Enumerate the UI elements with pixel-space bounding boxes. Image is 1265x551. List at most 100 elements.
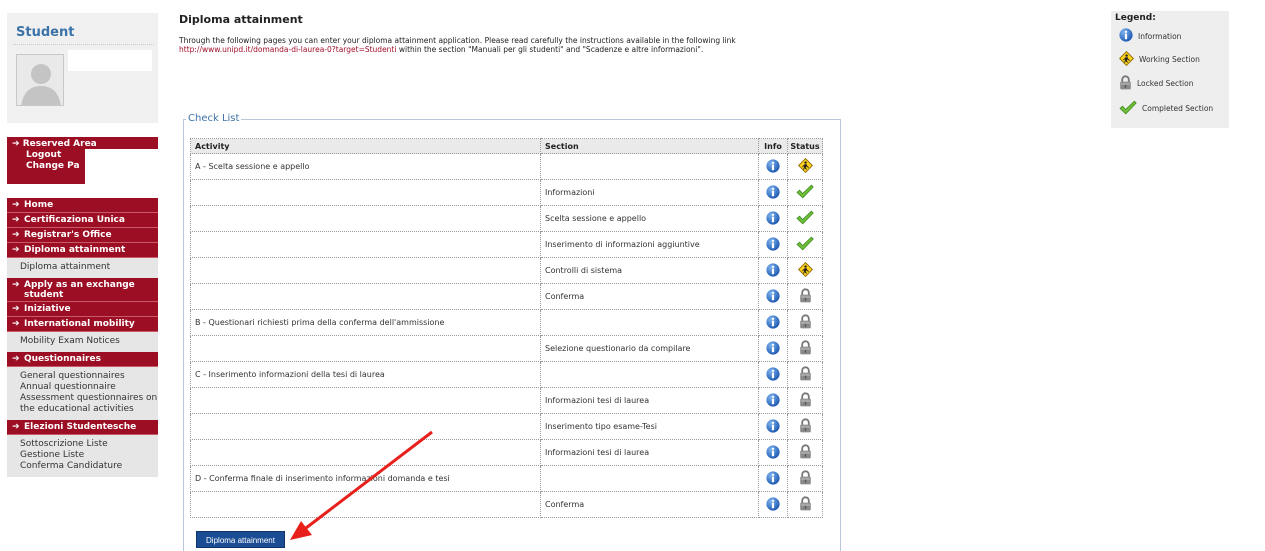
table-row: B - Questionari richiesti prima della co… [190,309,823,336]
info-icon[interactable] [766,470,780,487]
menu-iniziative[interactable]: ➔ Iniziative [7,302,158,317]
intro-text: Through the following pages you can ente… [179,36,736,45]
info-icon[interactable] [766,288,780,305]
section-cell[interactable]: Informazioni [540,179,759,206]
checklist-legend: Check List [186,113,242,124]
section-cell[interactable]: Inserimento di informazioni aggiuntive [540,231,759,258]
activity-cell: A - Scelta sessione e appello [190,153,541,180]
menu-international-mobility[interactable]: ➔ International mobility [7,317,158,332]
table-row: C - Inserimento informazioni della tesi … [190,361,823,388]
info-cell [758,231,788,258]
legend-item-information: Information [1119,28,1181,44]
arrow-right-icon: ➔ [12,139,23,149]
profile-panel: Student [7,13,158,123]
section-cell[interactable]: Scelta sessione e appello [540,205,759,232]
info-icon[interactable] [766,392,780,409]
section-cell[interactable]: Inserimento tipo esame-Tesi [540,413,759,440]
submenu-item-assessment-questionnaires[interactable]: Assessment questionnaires on the educati… [20,393,158,415]
activity-cell [190,491,541,518]
info-cell [758,283,788,310]
profile-divider [13,44,154,45]
status-cell [787,179,823,206]
menu-home[interactable]: ➔ Home [7,198,158,213]
status-cell [787,361,823,388]
section-cell[interactable]: Informazioni tesi di laurea [540,439,759,466]
submenu-elezioni-studentesche: Sottoscrizione Liste Gestione Liste Conf… [7,435,158,477]
table-row: Selezione questionario da compilare [190,335,823,362]
info-icon[interactable] [766,340,780,357]
info-cell [758,361,788,388]
section-cell[interactable]: Conferma [540,283,759,310]
info-icon[interactable] [766,418,780,435]
lock-icon [799,340,812,357]
activity-cell [190,231,541,258]
menu-apply-exchange-student[interactable]: ➔ Apply as an exchange student [7,278,158,302]
section-cell[interactable]: Selezione questionario da compilare [540,335,759,362]
activity-cell [190,413,541,440]
submenu-item-conferma-candidature[interactable]: Conferma Candidature [20,461,158,472]
table-row: Conferma [190,491,823,518]
reserved-cover [85,149,158,184]
info-cell [758,491,788,518]
arrow-right-icon: ➔ [12,422,20,432]
info-icon[interactable] [766,262,780,279]
info-icon[interactable] [766,184,780,201]
diploma-attainment-button[interactable]: Diploma attainment [196,531,285,548]
activity-cell [190,283,541,310]
table-row: Scelta sessione e appello [190,205,823,232]
status-cell [787,283,823,310]
menu-diploma-attainment[interactable]: ➔ Diploma attainment [7,243,158,258]
section-cell [540,153,759,180]
section-cell[interactable]: Conferma [540,491,759,518]
submenu-item-mobility-exam-notices[interactable]: Mobility Exam Notices [20,336,158,347]
table-row: Controlli di sistema [190,257,823,284]
section-cell[interactable]: Informazioni tesi di laurea [540,387,759,414]
legend-item-locked: Locked Section [1119,75,1193,92]
instructions-link[interactable]: http://www.unipd.it/domanda-di-laurea-0?… [179,45,396,54]
working-section-icon [797,261,813,279]
student-title: Student [16,25,75,40]
activity-cell: D - Conferma finale di inserimento infor… [190,465,541,492]
info-icon[interactable] [766,158,780,175]
info-icon[interactable] [766,366,780,383]
page-title: Diploma attainment [179,13,303,26]
avatar [16,54,64,106]
status-cell [787,335,823,362]
lock-icon [799,314,812,331]
submenu-international-mobility: Mobility Exam Notices [7,332,158,352]
info-icon[interactable] [766,496,780,513]
section-cell[interactable]: Controlli di sistema [540,257,759,284]
table-row: Informazioni [190,179,823,206]
legend-item-completed: Completed Section [1119,100,1213,117]
checklist-table: Activity Section Info Status A - Scelta … [190,138,823,518]
menu-questionnaires[interactable]: ➔ Questionnaires [7,352,158,367]
info-icon[interactable] [766,236,780,253]
submenu-questionnaires: General questionnaires Annual questionna… [7,367,158,420]
menu-registrars-office[interactable]: ➔ Registrar's Office [7,228,158,243]
activity-cell [190,439,541,466]
legend-item-working: Working Section [1118,50,1200,68]
menu-elezioni-studentesche[interactable]: ➔ Elezioni Studentesche [7,420,158,435]
info-icon[interactable] [766,314,780,331]
checkmark-icon [796,236,814,253]
menu-certificaziona-unica[interactable]: ➔ Certificaziona Unica [7,213,158,228]
submenu-diploma-attainment: Diploma attainment [7,258,158,278]
submenu-item-sottoscrizione-liste[interactable]: Sottoscrizione Liste [20,439,158,450]
arrow-right-icon: ➔ [12,245,20,255]
info-icon[interactable] [766,210,780,227]
submenu-item-annual-questionnaire[interactable]: Annual questionnaire [20,382,158,393]
activity-cell [190,205,541,232]
lock-icon [799,366,812,383]
table-row: D - Conferma finale di inserimento infor… [190,465,823,492]
submenu-item-gestione-liste[interactable]: Gestione Liste [20,450,158,461]
activity-cell [190,387,541,414]
column-header-section: Section [540,138,759,154]
section-cell [540,309,759,336]
submenu-item-general-questionnaires[interactable]: General questionnaires [20,371,158,382]
submenu-item-diploma-attainment[interactable]: Diploma attainment [20,262,158,273]
info-icon[interactable] [766,444,780,461]
info-icon [1119,28,1133,44]
arrow-right-icon: ➔ [12,354,20,364]
status-cell [787,465,823,492]
status-cell [787,257,823,284]
